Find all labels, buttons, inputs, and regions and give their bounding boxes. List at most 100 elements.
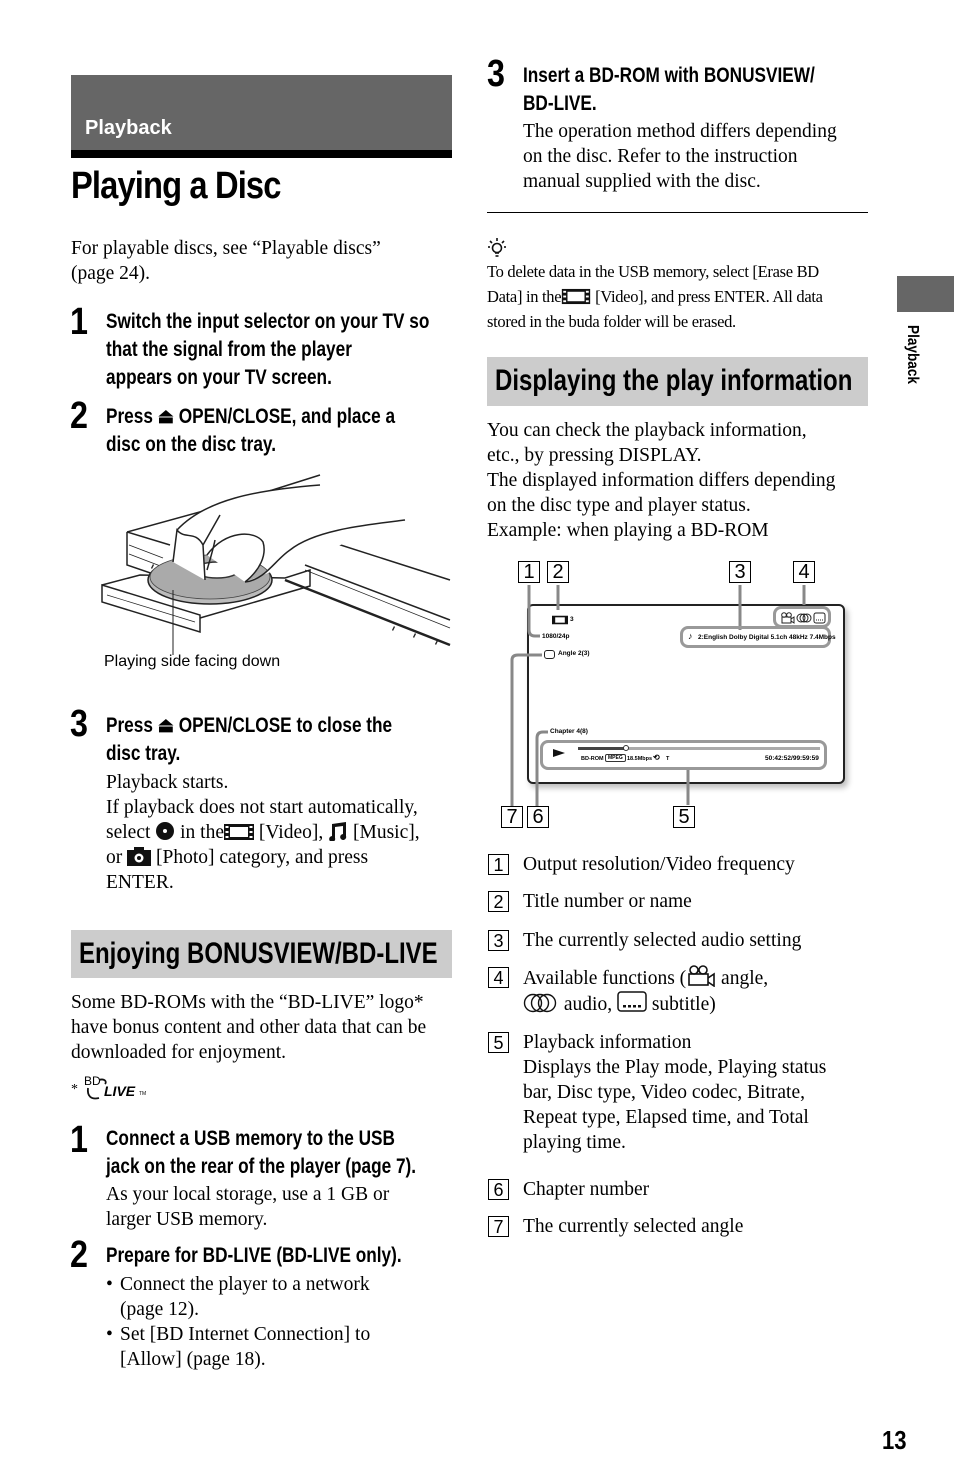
footnote-mark: *: [71, 1082, 78, 1097]
step-heading: Connect a USB memory to the USB jack on …: [106, 1125, 416, 1181]
audio-note-icon: ♪: [688, 631, 693, 641]
progress-track: [578, 745, 820, 751]
output-resolution: 1080/24p: [542, 633, 570, 640]
legend-line: Displays the Play mode, Playing status: [523, 1057, 827, 1078]
music-note-icon: [329, 822, 347, 841]
text: [Music],: [353, 822, 420, 843]
step-body: Playback starts. If playback does not st…: [106, 770, 420, 895]
body-line: select in the [Video], [Music],: [106, 820, 420, 845]
step-body: As your local storage, use a 1 GB or lar…: [106, 1182, 389, 1232]
body-line: or [Photo] category, and press: [106, 845, 420, 870]
banner-rule: [71, 150, 452, 158]
legend-line: playing time.: [523, 1132, 626, 1153]
body-line: ENTER.: [106, 872, 174, 893]
body-line: The operation method differs depending: [523, 121, 837, 142]
bullet-list: • Connect the player to a network (page …: [106, 1272, 370, 1372]
legend-text: Chapter number: [523, 1179, 650, 1200]
step-heading: Prepare for BD-LIVE (BD-LIVE only).: [106, 1242, 402, 1270]
legend-text: Title number or name: [523, 891, 692, 912]
legend-text: Playback information Displays the Play m…: [523, 1030, 826, 1155]
text: [Video], and press ENTER. All data: [595, 287, 823, 306]
step-heading-line: Switch the input selector on your TV so: [106, 310, 430, 333]
body-line: on the disc. Refer to the instruction: [523, 146, 798, 167]
section-heading-text: Enjoying BONUSVIEW/BD-LIVE: [79, 937, 438, 970]
step-number: 2: [70, 395, 88, 437]
step-heading-line: BD-LIVE.: [523, 92, 597, 115]
legend-text: The currently selected angle: [523, 1216, 744, 1237]
title-number: 3: [570, 616, 574, 623]
section-heading-text: Displaying the play information: [495, 364, 853, 397]
step-heading: Switch the input selector on your TV so …: [106, 308, 429, 392]
body-line: If playback does not start automatically…: [106, 797, 418, 818]
legend-number: 6: [488, 1179, 509, 1200]
disc-type: BD-ROM: [581, 756, 604, 762]
body-line: Some BD-ROMs with the “BD-LIVE” logo*: [71, 992, 424, 1013]
legend-line: Playback information: [523, 1032, 692, 1053]
progress-fill: [578, 747, 627, 750]
step-heading-line: jack on the rear of the player (page 7).: [106, 1155, 417, 1178]
step-heading-line: Insert a BD-ROM with BONUSVIEW/: [523, 64, 815, 87]
page-title: Playing a Disc: [71, 165, 281, 207]
text: Data] in the: [487, 287, 562, 306]
play-info-intro: You can check the playback information, …: [487, 418, 835, 543]
repeat-icon: ⟲: [653, 753, 660, 762]
angle-camera-icon: [688, 965, 715, 987]
side-tab-label: Playback: [904, 325, 921, 384]
bullet-line: Set [BD Internet Connection] to: [120, 1324, 371, 1345]
section-banner-label: Playback: [85, 117, 172, 139]
angle-icon: [544, 650, 555, 659]
body-line: manual supplied with the disc.: [523, 171, 761, 192]
body-line: larger USB memory.: [106, 1209, 268, 1230]
side-tab: [897, 276, 954, 312]
bonus-intro: Some BD-ROMs with the “BD-LIVE” logo* ha…: [71, 990, 426, 1065]
subtitle-icon: [617, 991, 647, 1012]
step-body: The operation method differs depending o…: [523, 119, 837, 194]
angle-value: 2(3): [578, 650, 590, 657]
tip-line: To delete data in the USB memory, select…: [487, 262, 819, 281]
video-codec: MPEG: [605, 754, 626, 762]
title-film-icon: [552, 615, 568, 625]
play-icon: [553, 749, 565, 757]
legend-text: The currently selected audio setting: [523, 930, 802, 951]
callout-5: 5: [673, 806, 695, 828]
function-icons: [781, 612, 826, 624]
legend-line: bar, Disc type, Video codec, Bitrate,: [523, 1082, 805, 1103]
logo-live-text: LIVE: [104, 1083, 136, 1099]
step-heading-line: Connect a USB memory to the USB: [106, 1127, 395, 1150]
video-film-icon: [224, 824, 255, 840]
section-heading-play-info: Displaying the play information: [487, 357, 868, 406]
angle-label: Angle: [558, 650, 577, 657]
chapter-number: Chapter 4(8): [550, 728, 588, 735]
body-line: downloaded for enjoyment.: [71, 1042, 286, 1063]
playing-time: 50:42:52/99:59:59: [765, 755, 819, 762]
intro-line: (page 24).: [71, 263, 151, 284]
section-heading-bonusview: Enjoying BONUSVIEW/BD-LIVE: [71, 930, 452, 978]
legend-line: Repeat type, Elapsed time, and Total: [523, 1107, 809, 1128]
step-number: 2: [70, 1234, 88, 1276]
step-heading-line: Prepare for BD-LIVE (BD-LIVE only).: [106, 1244, 402, 1267]
bullet-line: (page 12).: [120, 1299, 200, 1320]
intro-text: For playable discs, see “Playable discs”…: [71, 236, 381, 286]
body-line: You can check the playback information,: [487, 420, 807, 441]
text: [Photo] category, and press: [156, 847, 369, 868]
tip-line: stored in the buda folder will be erased…: [487, 312, 736, 331]
step-heading-line: appears on your TV screen.: [106, 366, 332, 389]
divider: [487, 212, 868, 213]
text: or: [106, 847, 123, 868]
body-line: The displayed information differs depend…: [487, 470, 836, 491]
body-line: Example: when playing a BD-ROM: [487, 520, 769, 541]
callout-7: 7: [501, 806, 523, 828]
text: [Video],: [258, 822, 324, 843]
video-film-icon: [562, 288, 591, 305]
step-heading-line: that the signal from the player: [106, 338, 352, 361]
legend-number: 3: [488, 930, 509, 951]
bd-live-logo: * BD LIVE TM: [71, 1074, 161, 1102]
step-number: 3: [487, 53, 505, 95]
section-banner: Playback: [71, 75, 452, 151]
bullet-item: • Set [BD Internet Connection] to [Allow…: [106, 1322, 370, 1372]
text: subtitle): [651, 994, 716, 1015]
step-number: 1: [70, 1119, 88, 1161]
step-heading: Insert a BD-ROM with BONUSVIEW/ BD-LIVE.: [523, 62, 815, 118]
step-heading: Press ⏏ OPEN/CLOSE to close the disc tra…: [106, 712, 392, 768]
text: in the: [180, 822, 225, 843]
